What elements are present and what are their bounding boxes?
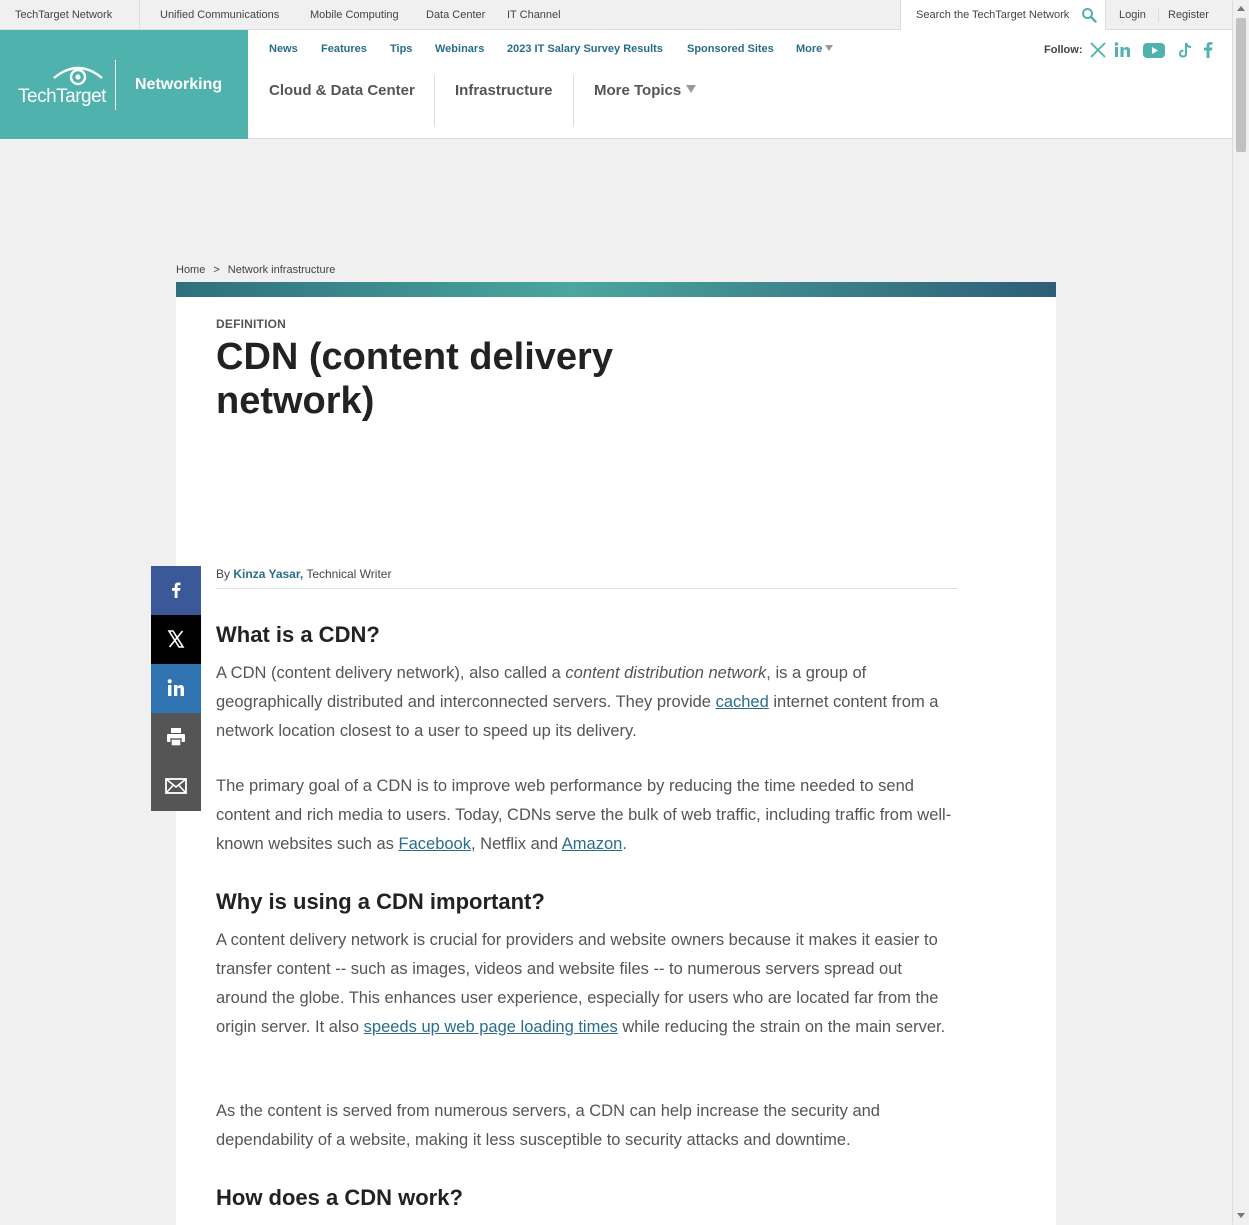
section-heading-what-is-cdn: What is a CDN? [216, 622, 380, 647]
breadcrumb-home[interactable]: Home [176, 264, 205, 276]
tiktok-icon[interactable] [1175, 40, 1195, 60]
cached-link[interactable]: cached [716, 693, 769, 711]
share-facebook-button[interactable] [151, 566, 201, 615]
page-scrollbar[interactable] [1232, 0, 1249, 1225]
mainnav-infrastructure[interactable]: Infrastructure [455, 82, 553, 99]
breadcrumb-network-infrastructure[interactable]: Network infrastructure [228, 264, 336, 276]
search-input[interactable]: Search the TechTarget Network [916, 9, 1069, 21]
article-header-bar [176, 282, 1056, 297]
text: , Netflix and [470, 835, 562, 853]
paragraph: As the content is served from numerous s… [216, 1102, 880, 1149]
share-x-button[interactable] [151, 615, 201, 664]
page-loading-link[interactable]: speeds up web page loading times [364, 1018, 618, 1036]
x-icon [167, 630, 185, 648]
subnav-tips[interactable]: Tips [390, 43, 412, 55]
network-link-it-channel[interactable]: IT Channel [507, 9, 561, 21]
network-search[interactable]: Search the TechTarget Network [900, 0, 1106, 30]
network-link-mobile-computing[interactable]: Mobile Computing [310, 9, 399, 21]
author-link[interactable]: Kinza Yasar, [233, 567, 303, 581]
breadcrumb: Home > Network infrastructure [176, 264, 335, 276]
scroll-down-arrow-icon[interactable] [1237, 1213, 1245, 1218]
site-header: TechTarget Networking News Features Tips… [0, 30, 1232, 139]
byline: By Kinza Yasar, Technical Writer [216, 567, 957, 589]
mainnav-more-topics[interactable]: More Topics [594, 82, 697, 99]
scroll-thumb[interactable] [1236, 18, 1246, 152]
divider [139, 0, 140, 30]
emphasis-text: content distribution network [565, 664, 767, 682]
subnav-sponsored-sites[interactable]: Sponsored Sites [687, 43, 774, 55]
search-icon[interactable] [1081, 7, 1097, 23]
amazon-link[interactable]: Amazon [562, 835, 623, 853]
network-bar: TechTarget Network Unified Communication… [0, 0, 1232, 30]
network-link-data-center[interactable]: Data Center [426, 9, 485, 21]
share-linkedin-button[interactable] [151, 664, 201, 713]
chevron-down-icon [686, 85, 697, 93]
network-brand-link[interactable]: TechTarget Network [15, 9, 112, 21]
email-button[interactable] [151, 762, 201, 811]
page-title: CDN (content delivery network) [216, 336, 613, 422]
subnav-more-label: More [796, 43, 823, 55]
subnav-more[interactable]: More [796, 43, 834, 55]
subnav-salary-survey[interactable]: 2023 IT Salary Survey Results [507, 43, 663, 55]
logo-wordmark: TechTarget [18, 86, 106, 107]
follow-label: Follow: [1044, 44, 1083, 56]
divider [1158, 8, 1159, 22]
text: A CDN (content delivery network), also c… [216, 664, 566, 682]
divider [434, 75, 435, 127]
article-kicker: DEFINITION [216, 317, 286, 331]
logo-block[interactable]: TechTarget Networking [0, 30, 248, 139]
linkedin-icon [167, 679, 184, 696]
section-heading-how-cdn-works: How does a CDN work? [216, 1185, 463, 1210]
byline-prefix: By [216, 567, 231, 581]
facebook-icon[interactable] [1198, 40, 1218, 60]
mainnav-more-topics-label: More Topics [594, 82, 682, 99]
x-icon[interactable] [1088, 40, 1108, 60]
section-heading-why-cdn: Why is using a CDN important? [216, 889, 545, 914]
article: DEFINITION CDN (content delivery network… [176, 297, 1056, 1225]
subnav-features[interactable]: Features [321, 43, 367, 55]
register-link[interactable]: Register [1168, 9, 1209, 21]
email-icon [165, 778, 187, 794]
chevron-down-icon [825, 45, 834, 51]
mainnav-cloud-data-center[interactable]: Cloud & Data Center [269, 82, 415, 99]
youtube-icon[interactable] [1142, 40, 1166, 60]
paragraph: A content delivery network is crucial fo… [216, 926, 956, 1042]
text: . [622, 835, 627, 853]
network-link-unified-communications[interactable]: Unified Communications [160, 9, 279, 21]
paragraph: A CDN (content delivery network), also c… [216, 659, 956, 746]
author-role: Technical Writer [306, 567, 392, 581]
subnav-webinars[interactable]: Webinars [435, 43, 484, 55]
subnav-news[interactable]: News [269, 43, 298, 55]
print-icon [167, 728, 185, 747]
divider [573, 75, 574, 127]
print-button[interactable] [151, 713, 201, 762]
facebook-icon [172, 582, 181, 598]
paragraph: The primary goal of a CDN is to improve … [216, 772, 956, 859]
login-link[interactable]: Login [1119, 9, 1146, 21]
site-name[interactable]: Networking [135, 76, 222, 94]
breadcrumb-separator: > [213, 264, 220, 276]
text: while reducing the strain on the main se… [617, 1018, 946, 1036]
linkedin-icon[interactable] [1112, 40, 1132, 60]
scroll-up-arrow-icon[interactable] [1237, 6, 1245, 11]
logo-divider [115, 60, 116, 110]
facebook-link[interactable]: Facebook [399, 835, 471, 853]
